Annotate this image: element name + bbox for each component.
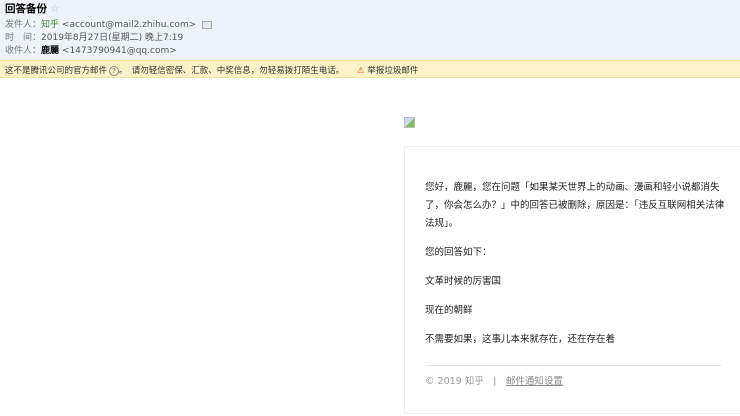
report-label: 举报垃圾邮件	[367, 66, 419, 76]
time-value: 2019年8月27日(星期二) 晚上7:19	[41, 33, 184, 43]
to-name[interactable]: 鹿麗	[41, 46, 59, 56]
subject-text: 回答备份	[5, 3, 47, 15]
mail-header: 回答备份 ☆ 发件人：知乎 <account@mail2.zhihu.com> 时…	[0, 0, 740, 60]
report-icon: ⚠	[356, 66, 365, 76]
time-row: 时 间：2019年8月27日(星期二) 晚上7:19	[5, 30, 183, 43]
time-label: 时 间：	[5, 33, 42, 43]
email-card: 您好，鹿麗，您在问题「如果某天世界上的动画、漫画和轻小说都消失了，你会怎么办？」…	[404, 146, 740, 414]
email-footer: © 2019 知乎 | 邮件通知设置	[425, 365, 721, 387]
subject: 回答备份 ☆	[5, 1, 59, 16]
paragraph: 您好，鹿麗，您在问题「如果某天世界上的动画、漫画和轻小说都消失了，你会怎么办？」…	[425, 182, 725, 229]
star-icon[interactable]: ☆	[50, 3, 59, 15]
warning-bar: 这不是腾讯公司的官方邮件?。 请勿轻信密保、汇款、中奖信息，勿轻易拨打陌生电话。…	[0, 60, 740, 78]
paragraph: 文革时候的厉害国	[425, 276, 502, 287]
report-spam-link[interactable]: ⚠ 举报垃圾邮件	[357, 66, 418, 76]
from-name[interactable]: 知乎	[41, 20, 59, 30]
paragraph: 现在的朝鲜	[425, 305, 473, 316]
warning-text: 这不是腾讯公司的官方邮件	[5, 66, 108, 76]
to-row: 收件人：鹿麗 <1473790941@qq.com>	[5, 43, 177, 56]
from-row: 发件人：知乎 <account@mail2.zhihu.com>	[5, 17, 213, 30]
email-body: 您好，鹿麗，您在问题「如果某天世界上的动画、漫画和轻小说都消失了，你会怎么办？」…	[425, 179, 725, 360]
paragraph: 您的回答如下：	[425, 247, 492, 258]
paragraph: 不需要如果，这事儿本来就存在，还在存在着	[425, 334, 616, 345]
copyright: © 2019 知乎 |	[425, 376, 506, 387]
to-label: 收件人：	[5, 46, 42, 56]
broken-image-icon	[404, 117, 415, 128]
to-address: <1473790941@qq.com>	[61, 46, 177, 56]
from-label: 发件人：	[5, 20, 42, 30]
from-address: <account@mail2.zhihu.com>	[61, 20, 197, 30]
contact-card-icon[interactable]	[202, 20, 213, 29]
help-icon[interactable]: ?	[109, 66, 120, 76]
notification-settings-link[interactable]: 邮件通知设置	[506, 376, 563, 387]
warning-text-2: 。 请勿轻信密保、汇款、中奖信息，勿轻易拨打陌生电话。	[119, 66, 345, 76]
